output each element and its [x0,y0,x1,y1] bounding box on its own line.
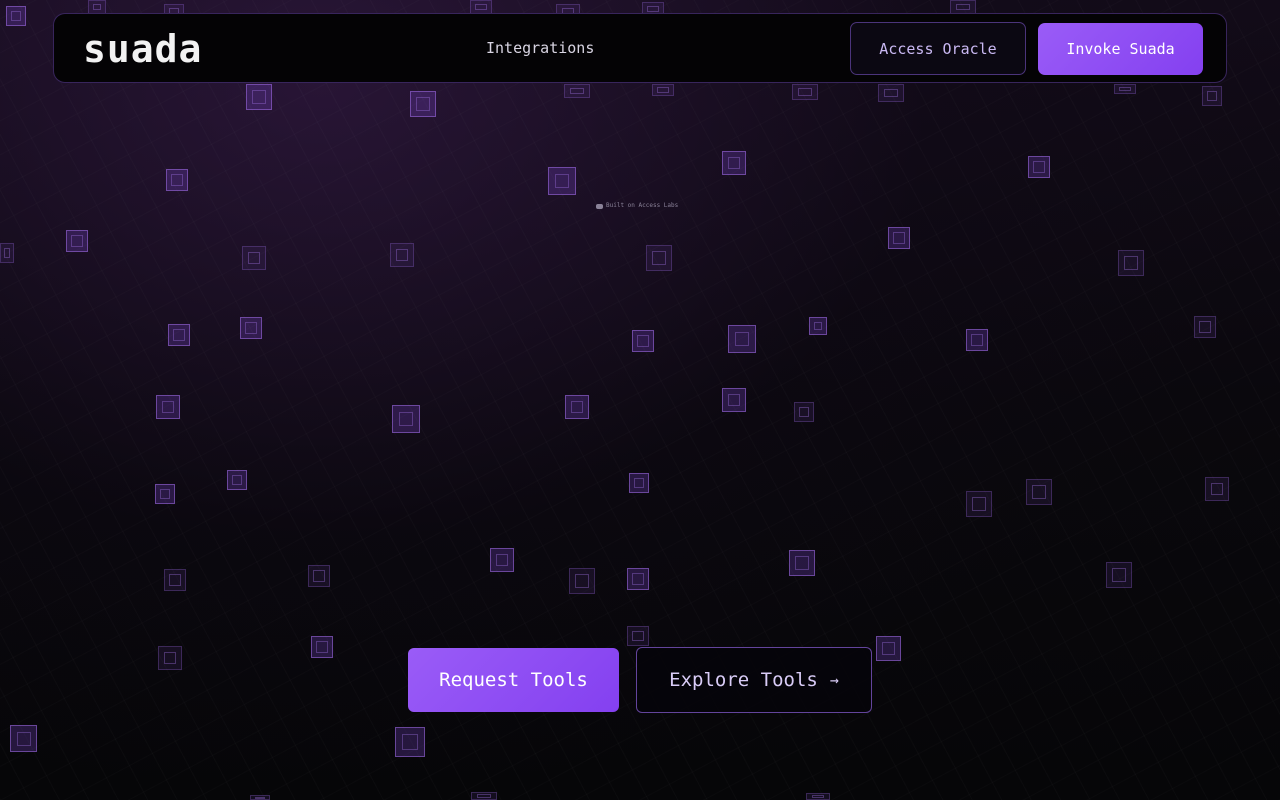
decor-tile [470,0,492,14]
decor-tile [395,727,425,757]
decor-tile [0,243,14,263]
decor-tile [789,550,815,576]
decor-tile [1026,479,1052,505]
decor-tile [1106,562,1132,588]
decor-tile [1118,250,1144,276]
decor-tile [950,0,976,14]
decor-tile [155,484,175,504]
decor-tile [156,395,180,419]
decor-tile [392,405,420,433]
decor-tile [1114,84,1136,94]
decor-tile [227,470,247,490]
decor-tile [652,84,674,96]
decor-tile [166,169,188,191]
decor-tile [164,569,186,591]
decor-tile [722,388,746,412]
decor-tile [966,329,988,351]
decor-tile [242,246,266,270]
decor-tile [646,245,672,271]
decor-tile [490,548,514,572]
decor-tile [794,402,814,422]
decor-tile [876,636,901,661]
decor-tile [548,167,576,195]
decor-tile [565,395,589,419]
badge-text: Built on Access Labs [606,202,679,209]
decor-tile [809,317,827,335]
decor-tile [66,230,88,252]
access-oracle-button[interactable]: Access Oracle [850,22,1026,75]
top-navbar: suada Integrations Access Oracle Invoke … [53,13,1227,83]
decor-tile [410,91,436,117]
decor-tile [564,84,590,98]
logo[interactable]: suada [83,28,202,70]
explore-tools-button[interactable]: Explore Tools → [636,647,872,713]
explore-tools-label: Explore Tools [669,669,818,691]
decor-tile [311,636,333,658]
decor-tile [250,795,270,800]
request-tools-button[interactable]: Request Tools [408,648,619,712]
decor-tile [627,626,649,646]
decor-tile [158,646,182,670]
decor-tile [1205,477,1229,501]
decor-tile [1028,156,1050,178]
decor-tile [569,568,595,594]
decor-tile [246,84,272,110]
decor-tile [390,243,414,267]
decor-tile [792,84,818,100]
decor-tile [627,568,649,590]
arrow-right-icon: → [829,671,839,689]
decor-tile [10,725,37,752]
decor-tile [878,84,904,102]
invoke-suada-button[interactable]: Invoke Suada [1038,23,1203,75]
decor-tile [888,227,910,249]
badge-icon [596,203,603,209]
page: suada Integrations Access Oracle Invoke … [0,0,1280,800]
decor-tile [629,473,649,493]
decor-tile [88,0,106,14]
decor-tile [6,6,26,26]
built-on-badge: Built on Access Labs [596,202,678,210]
decor-tile [722,151,746,175]
decor-tile [632,330,654,352]
decor-tile [1194,316,1216,338]
decor-tile [728,325,756,353]
decor-tile [308,565,330,587]
decor-tile [240,317,262,339]
decor-tile [1202,86,1222,106]
decor-tile [168,324,190,346]
decor-tile [806,793,830,800]
decor-tile [471,792,497,800]
decor-tile [966,491,992,517]
nav-link-integrations[interactable]: Integrations [486,38,594,58]
